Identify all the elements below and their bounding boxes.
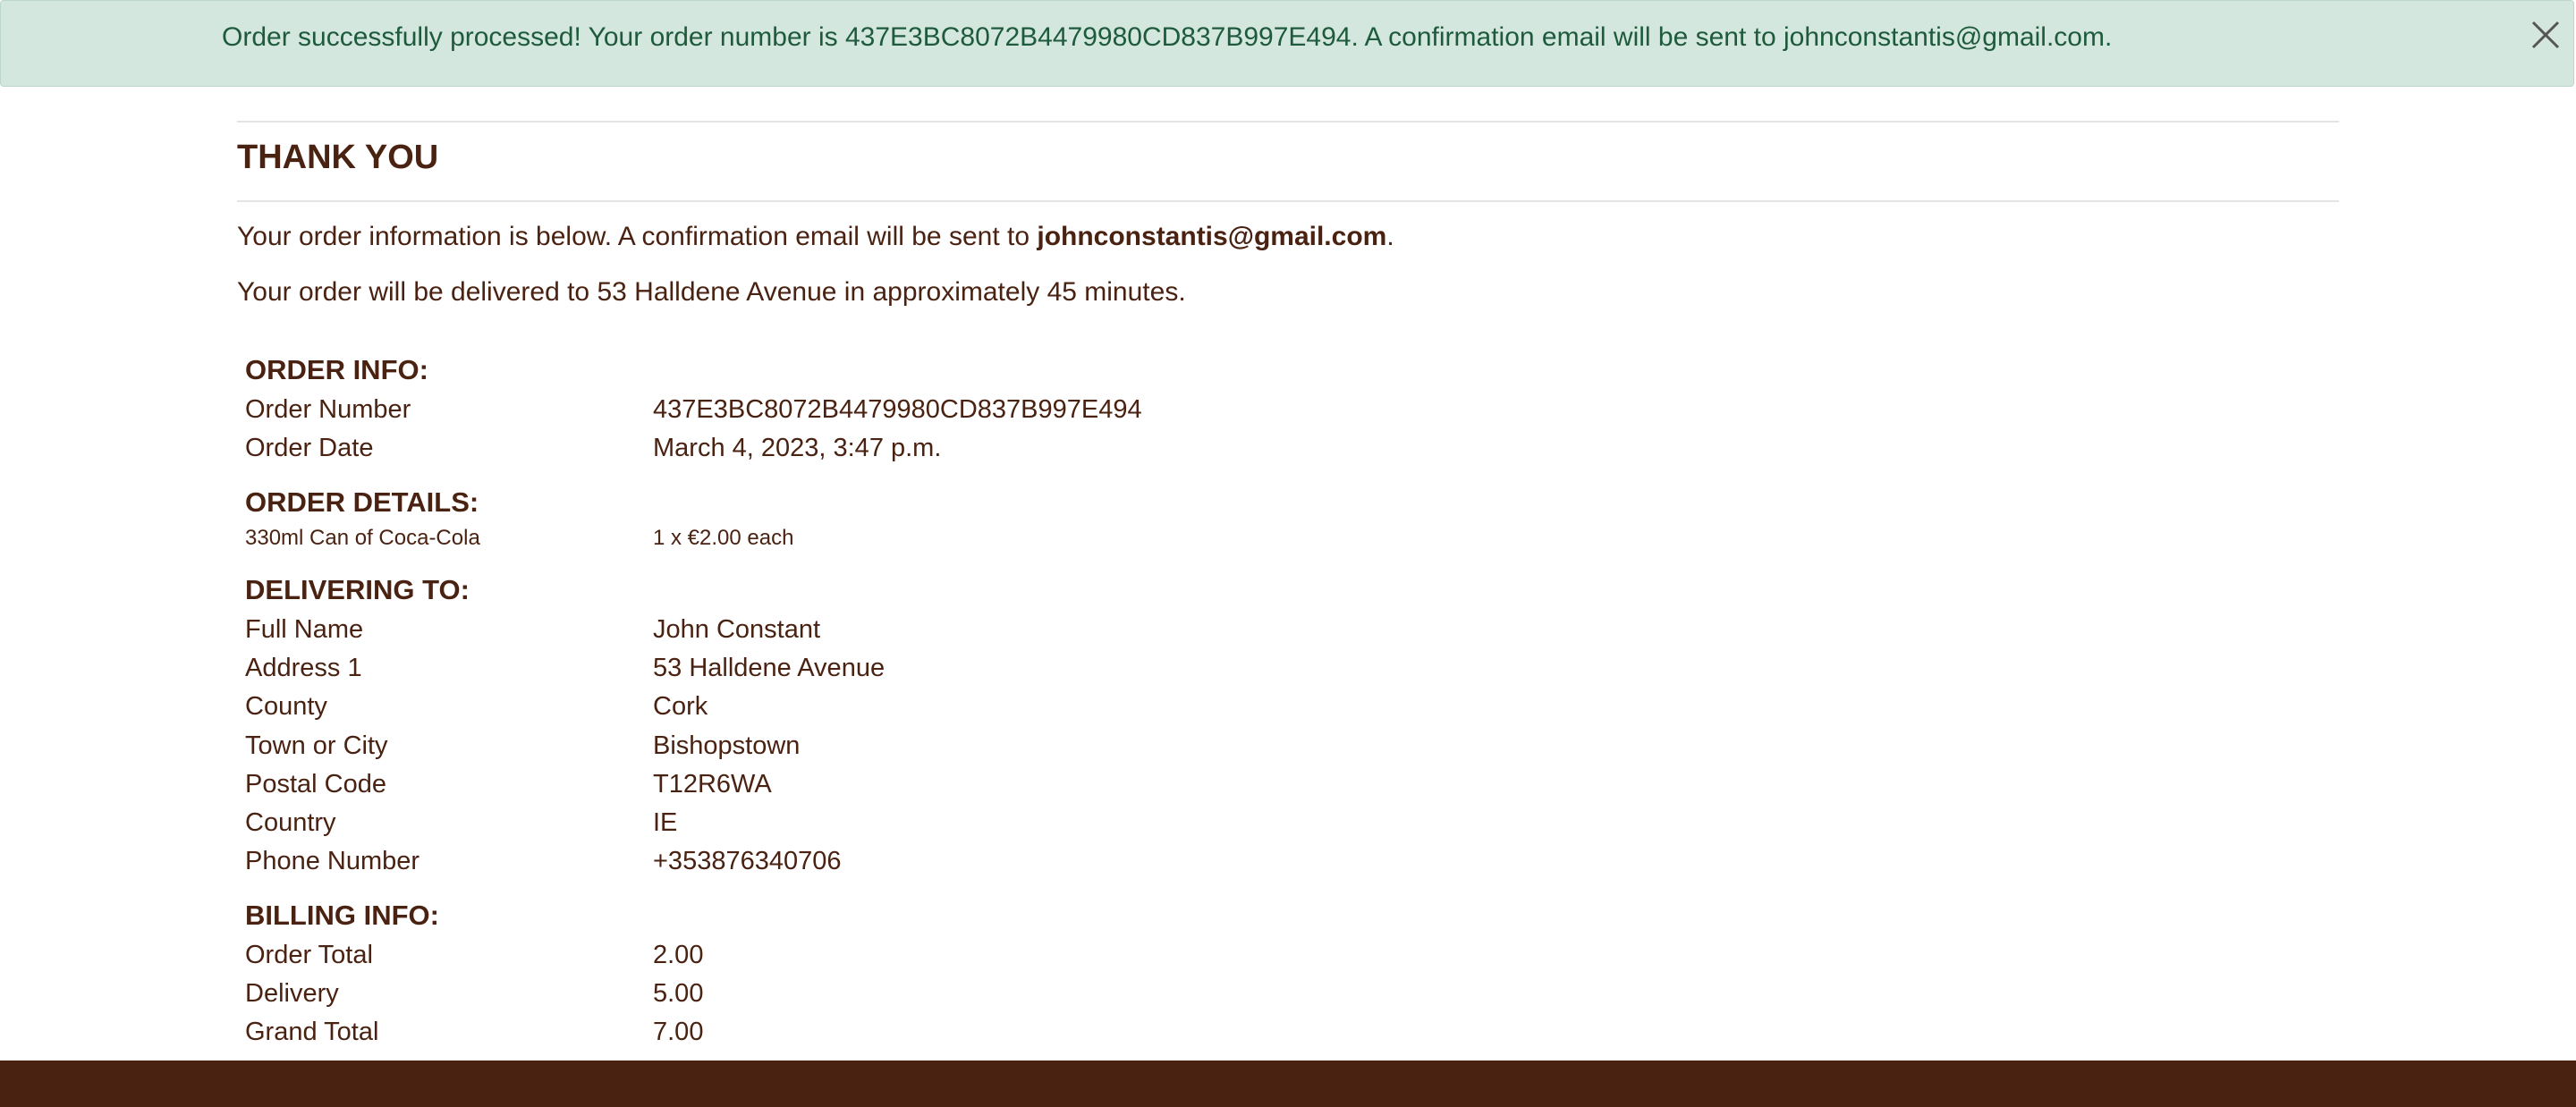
full-name-value: John Constant xyxy=(653,615,821,644)
phone-number-label: Phone Number xyxy=(245,847,420,875)
order-item-name: 330ml Can of Coca-Cola xyxy=(245,526,480,550)
county-label: County xyxy=(245,692,327,721)
town-or-city-value: Bishopstown xyxy=(653,731,801,760)
address-1-value: 53 Halldene Avenue xyxy=(653,654,886,682)
intro-prefix: Your order information is below. A confi… xyxy=(237,222,1038,251)
order-date-value: March 4, 2023, 3:47 p.m. xyxy=(653,434,942,462)
customer-email: johnconstantis@gmail.com xyxy=(1037,222,1387,251)
order-total-label: Order Total xyxy=(245,941,373,969)
postal-code-value: T12R6WA xyxy=(653,770,772,799)
address-1-label: Address 1 xyxy=(245,654,362,682)
close-icon[interactable] xyxy=(2529,19,2562,51)
grand-total-value: 7.00 xyxy=(653,1018,704,1046)
order-number-value: 437E3BC8072B4479980CD837B997E494 xyxy=(653,395,1142,424)
intro-suffix: . xyxy=(1386,222,1394,251)
delivery-label: Delivery xyxy=(245,979,339,1008)
order-info-heading: ORDER INFO: xyxy=(245,354,428,385)
delivering-to-heading: DELIVERING TO: xyxy=(245,574,470,605)
billing-info-heading: BILLING INFO: xyxy=(245,900,439,931)
town-or-city-label: Town or City xyxy=(245,731,388,760)
order-item-qty-price: 1 x €2.00 each xyxy=(653,526,794,550)
order-date-label: Order Date xyxy=(245,434,374,462)
county-value: Cork xyxy=(653,692,708,721)
country-value: IE xyxy=(653,808,678,837)
phone-number-value: +353876340706 xyxy=(653,847,842,875)
order-total-value: 2.00 xyxy=(653,941,704,969)
order-details-heading: ORDER DETAILS: xyxy=(245,486,479,518)
postal-code-label: Postal Code xyxy=(245,770,386,799)
grand-total-label: Grand Total xyxy=(245,1018,379,1046)
delivery-note: Your order will be delivered to 53 Halld… xyxy=(237,277,1186,307)
divider-bottom xyxy=(237,200,2339,202)
divider-top xyxy=(237,121,2339,123)
delivery-value: 5.00 xyxy=(653,979,704,1008)
country-label: Country xyxy=(245,808,336,837)
success-alert: Order successfully processed! Your order… xyxy=(0,0,2574,87)
page-title: THANK YOU xyxy=(237,139,439,176)
intro-text: Your order information is below. A confi… xyxy=(237,220,1394,254)
order-number-label: Order Number xyxy=(245,395,411,424)
alert-message: Order successfully processed! Your order… xyxy=(222,22,2113,52)
footer-bar xyxy=(0,1061,2576,1107)
full-name-label: Full Name xyxy=(245,615,364,644)
